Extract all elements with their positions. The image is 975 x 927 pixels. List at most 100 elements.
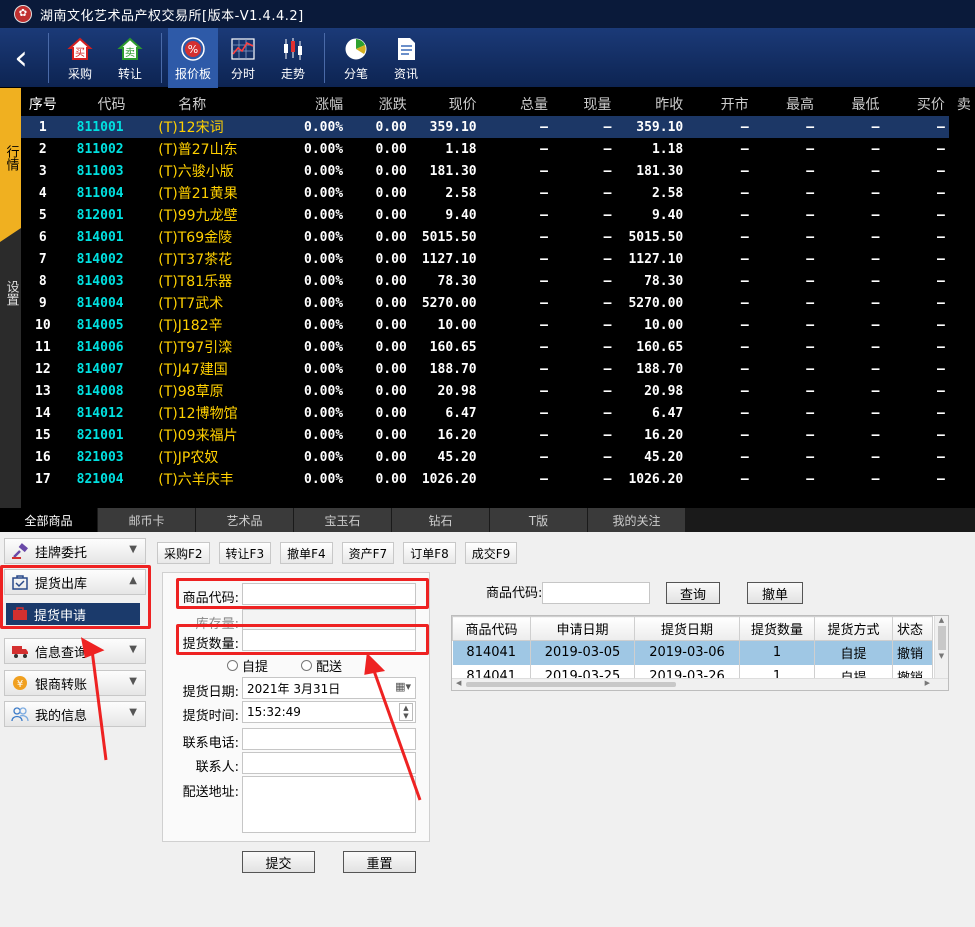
tab-settings[interactable]: 设置 [0,258,21,328]
orders-f8-button[interactable]: 订单F8 [403,542,456,564]
quote-board: 行情 设置 序号 代码 名称 涨幅 涨跌 现价 总量 现量 昨收 开市 最高 最… [0,88,975,508]
quote-cell: 181.30 [429,163,477,179]
cancel-order-button[interactable]: 撤单 [747,582,803,604]
quote-cell: — [871,229,880,245]
quote-row[interactable]: 14 814012 (T)12博物馆 0.00% 0.00 6.47 — — 6.47 — — — — [21,402,975,424]
col-prev-close[interactable]: 昨收 [615,92,687,116]
tick-button[interactable]: 分笔 [331,28,381,88]
category-tab[interactable]: 宝玉石 [294,508,392,532]
horizontal-scrollbar[interactable]: ◀ ▶ [452,678,948,690]
quote-board-button[interactable]: % 报价板 [168,28,218,88]
quote-cell: 0.00 [375,427,407,443]
quote-row[interactable]: 8 814003 (T)T81乐器 0.00% 0.00 78.30 — — 78.30 — — — — [21,270,975,292]
contact-input[interactable] [242,752,416,774]
nav-my-info[interactable]: 我的信息 ▼ [4,701,146,727]
category-tab[interactable]: 艺术品 [196,508,294,532]
col-change[interactable]: 涨跌 [347,92,411,116]
col-pickup-qty[interactable]: 提货数量 [739,616,815,641]
col-change-pct[interactable]: 涨幅 [276,92,348,116]
vertical-scrollbar[interactable]: ▲ ▼ [934,616,948,678]
quote-row[interactable]: 10 814005 (T)J182辛 0.00% 0.00 10.00 — — 10.00 — — —… [21,314,975,336]
quote-row[interactable]: 16 821003 (T)JP农奴 0.00% 0.00 45.20 — — 45.20 — — — — [21,446,975,468]
radio-self-pickup[interactable]: 自提 [227,656,268,675]
submit-button[interactable]: 提交 [242,851,315,873]
quote-row[interactable]: 15 821001 (T)09来福片 0.00% 0.00 16.20 — — 16.20 — — —… [21,424,975,446]
transfer-f3-button[interactable]: 转让F3 [218,542,272,564]
news-button[interactable]: 资讯 [381,28,431,88]
col-pickup-method[interactable]: 提货方式 [814,616,893,641]
order-row[interactable]: 814041 2019-03-05 2019-03-06 1 自提 撤销 [452,640,933,665]
quote-cell: 13 [35,383,51,399]
quote-row[interactable]: 6 814001 (T)T69金陵 0.00% 0.00 5015.50 — — 5015.50… [21,226,975,248]
quote-row[interactable]: 4 811004 (T)普21黄果 0.00% 0.00 2.58 — — 2.58 — — — — [21,182,975,204]
col-volume[interactable]: 总量 [481,92,552,116]
quote-cell: 7 [38,251,47,267]
category-tab[interactable]: 我的关注 [588,508,686,532]
nav-bank-transfer[interactable]: ¥ 银商转账 ▼ [4,670,146,696]
quote-row[interactable]: 11 814006 (T)T97引滦 0.00% 0.00 160.65 — — 160.65 —… [21,336,975,358]
quote-row[interactable]: 12 814007 (T)J47建国 0.00% 0.00 188.70 — — 188.70 —… [21,358,975,380]
col-low[interactable]: 最低 [818,92,883,116]
radio-delivery[interactable]: 配送 [301,656,342,675]
quote-row[interactable]: 17 821004 (T)六羊庆丰 0.00% 0.00 1026.20 — — 1026.20… [21,468,975,490]
col-last-volume[interactable]: 现量 [552,92,615,116]
pickup-date-picker[interactable]: 2021年 3月31日 ▦▾ [242,677,416,699]
col-pickup-date[interactable]: 提货日期 [634,616,740,641]
col-ask[interactable]: 卖 [949,92,975,116]
quote-row[interactable]: 3 811003 (T)六骏小版 0.00% 0.00 181.30 — — 181.30 — — —… [21,160,975,182]
pickup-time-input[interactable]: 15:32:49 ▲ ▼ [242,701,416,723]
address-textarea[interactable] [242,776,416,833]
intraday-button[interactable]: 分时 [218,28,268,88]
query-button[interactable]: 查询 [666,582,720,604]
col-order-code[interactable]: 商品代码 [452,616,531,641]
purchase-button[interactable]: 买 采购 [55,28,105,88]
app-window: ✿ 湖南文化艺术品产权交易所[版本-V1.4.4.2] ‹ 买 采购 卖 转让 [0,0,975,927]
scroll-left-icon[interactable]: ◀ [456,679,461,687]
scroll-down-icon[interactable]: ▼ [935,652,948,660]
quote-cell: — [540,339,548,355]
col-price[interactable]: 现价 [411,92,481,116]
col-name[interactable]: 名称 [158,92,275,116]
phone-input[interactable] [242,728,416,750]
col-open[interactable]: 开市 [687,92,752,116]
scroll-thumb[interactable] [937,626,946,650]
quote-row[interactable]: 13 814008 (T)98草原 0.00% 0.00 20.98 — — 20.98 — — — — [21,380,975,402]
col-seq[interactable]: 序号 [21,92,69,116]
time-spinner-icon[interactable]: ▲ ▼ [399,703,413,721]
quote-row[interactable]: 1 811001 (T)12宋词 0.00% 0.00 359.10— —359.10— — —… [21,116,975,138]
col-bid[interactable]: 买价 [883,92,948,116]
scroll-up-icon[interactable]: ▲ [935,616,948,624]
category-tab[interactable]: 钻石 [392,508,490,532]
col-apply-date[interactable]: 申请日期 [530,616,635,641]
quote-cell: (T)T69金陵 [158,230,233,246]
category-tab[interactable]: 邮币卡 [98,508,196,532]
quote-row[interactable]: 5 812001 (T)99九龙壁 0.00% 0.00 9.40 — — 9.40 — — — — [21,204,975,226]
nav-listing-order[interactable]: 挂牌委托 ▼ [4,538,146,564]
deals-f9-button[interactable]: 成交F9 [464,542,518,564]
col-high[interactable]: 最高 [753,92,818,116]
quote-row[interactable]: 7 814002 (T)T37茶花 0.00% 0.00 1127.10 — — 1127.10… [21,248,975,270]
reset-button[interactable]: 重置 [343,851,416,873]
category-tab[interactable]: T版 [490,508,588,532]
back-arrow-icon[interactable]: ‹ [0,28,42,88]
quote-row[interactable]: 2 811002 (T)普27山东 0.00% 0.00 1.18 — — 1.18 — — — — [21,138,975,160]
col-code[interactable]: 代码 [69,92,159,116]
quote-cell: 0.00 [375,141,407,157]
quote-row[interactable]: 9 814004 (T)T7武术 0.00% 0.00 5270.00 — — 5270.00 —… [21,292,975,314]
scroll-right-icon[interactable]: ▶ [925,679,930,687]
calendar-dropdown-icon[interactable]: ▦▾ [395,680,411,693]
trend-button[interactable]: 走势 [268,28,318,88]
cancel-f4-button[interactable]: 撤单F4 [280,542,333,564]
quote-cell: 0.00 [375,449,407,465]
nav-info-query[interactable]: 信息查询 ▼ [4,638,146,664]
order-search-input[interactable] [542,582,650,604]
assets-f7-button[interactable]: 资产F7 [341,542,395,564]
transfer-button[interactable]: 卖 转让 [105,28,155,88]
quote-cell: (T)T7武术 [158,296,224,312]
purchase-f2-button[interactable]: 采购F2 [157,542,210,564]
quote-cell: (T)六羊庆丰 [158,472,234,488]
h-scroll-thumb[interactable] [466,682,676,687]
tab-market[interactable]: 行情 [0,88,21,242]
col-status[interactable]: 状态 [892,616,933,641]
category-tab[interactable]: 全部商品 [0,508,98,532]
